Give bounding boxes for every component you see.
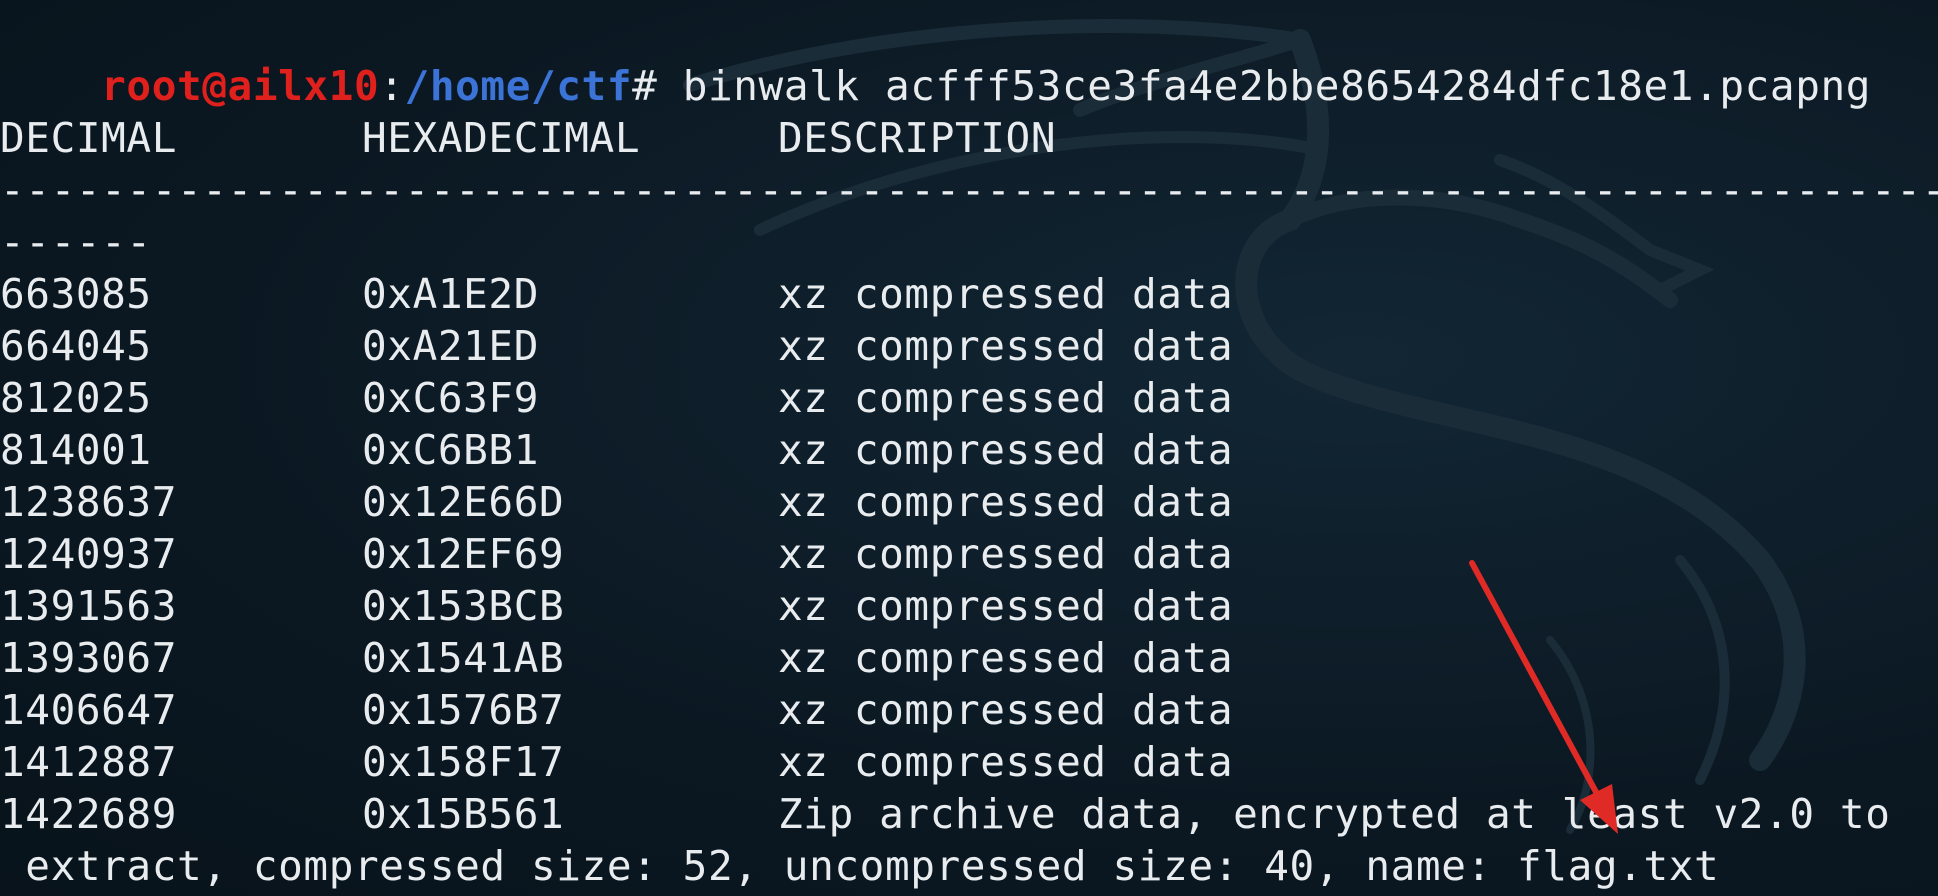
red-arrow-icon — [1469, 560, 1618, 834]
terminal-window[interactable]: root@ailx10:/home/ctf# binwalk acfff53ce… — [0, 0, 1938, 896]
